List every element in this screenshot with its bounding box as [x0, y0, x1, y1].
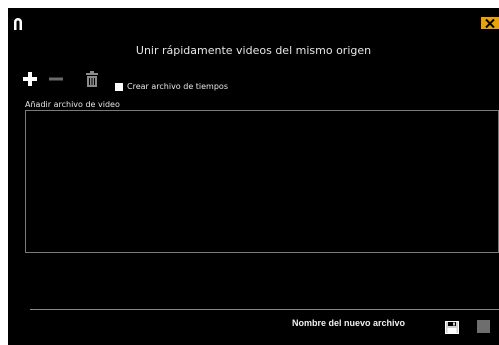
video-file-list[interactable]	[25, 110, 499, 253]
add-video-button[interactable]	[22, 71, 38, 87]
floppy-icon	[445, 321, 459, 334]
create-timefile-label: Crear archivo de tiempos	[127, 82, 228, 91]
confirm-button[interactable]	[477, 320, 490, 333]
app-window: Unir rápidamente videos del mismo origen…	[8, 8, 499, 345]
delete-all-button[interactable]	[85, 70, 99, 88]
save-button[interactable]	[445, 319, 459, 334]
minus-icon	[49, 77, 63, 81]
close-button[interactable]	[481, 17, 499, 29]
new-file-name-label: Nombre del nuevo archivo	[292, 318, 406, 328]
trash-icon	[86, 71, 98, 87]
window-title: Unir rápidamente videos del mismo origen	[135, 44, 372, 57]
close-icon	[485, 18, 495, 28]
footer-divider	[30, 309, 499, 310]
video-list-label: Añadir archivo de video	[25, 100, 120, 109]
create-timefile-checkbox[interactable]	[115, 82, 123, 91]
create-timefile-option[interactable]: Crear archivo de tiempos	[115, 82, 228, 91]
remove-video-button[interactable]	[48, 71, 64, 87]
magnet-icon	[13, 15, 23, 30]
plus-icon	[23, 72, 37, 86]
